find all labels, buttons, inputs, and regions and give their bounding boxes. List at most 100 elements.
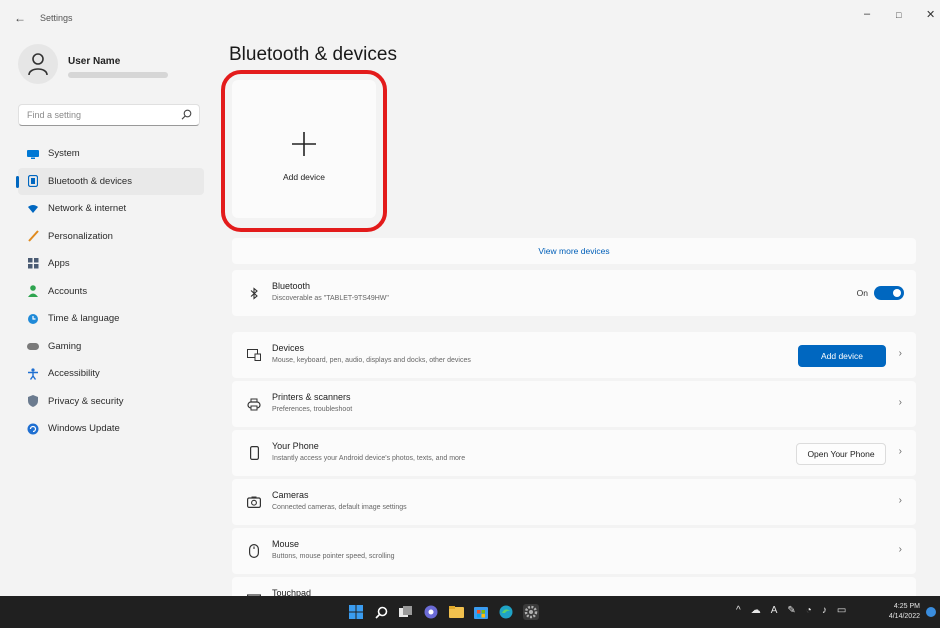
- mouse-row[interactable]: Mouse Buttons, mouse pointer speed, scro…: [232, 528, 916, 574]
- chevron-up-icon[interactable]: ^: [736, 605, 741, 616]
- sidebar: User Name System Bluetooth & devices: [0, 36, 212, 596]
- accessibility-icon: [27, 368, 39, 380]
- controller-icon: [27, 340, 39, 352]
- sidebar-item-bluetooth-devices[interactable]: Bluetooth & devices: [16, 167, 204, 195]
- chevron-right-icon[interactable]: ›: [899, 495, 902, 506]
- battery-icon[interactable]: ▭: [837, 605, 846, 616]
- store-icon[interactable]: [473, 604, 489, 620]
- person-icon: [27, 285, 39, 298]
- clock-time: 4:25 PM: [893, 603, 920, 610]
- sidebar-item-label: Network & internet: [48, 203, 127, 215]
- devices-row[interactable]: Devices Mouse, keyboard, pen, audio, dis…: [232, 332, 916, 378]
- mouse-subtitle: Buttons, mouse pointer speed, scrolling: [272, 553, 395, 560]
- brush-icon: [27, 230, 39, 242]
- sidebar-item-label: Gaming: [48, 340, 82, 352]
- wifi-icon: [27, 203, 39, 215]
- sidebar-item-system[interactable]: System: [18, 140, 204, 168]
- bluetooth-icon: [27, 175, 39, 188]
- cloud-icon[interactable]: ☁: [751, 605, 761, 616]
- plus-icon: [292, 132, 316, 156]
- settings-app-icon[interactable]: [523, 604, 539, 620]
- phone-icon: [246, 445, 262, 461]
- start-icon[interactable]: [348, 604, 364, 620]
- printers-subtitle: Preferences, troubleshoot: [272, 406, 353, 413]
- monitor-icon: [27, 148, 39, 160]
- globe-clock-icon: [27, 313, 39, 325]
- cameras-title: Cameras: [272, 490, 309, 500]
- sidebar-item-apps[interactable]: Apps: [18, 250, 204, 278]
- sidebar-item-label: Accessibility: [48, 368, 100, 380]
- printer-icon: [246, 396, 262, 412]
- app-title: Settings: [40, 13, 73, 23]
- sidebar-item-accounts[interactable]: Accounts: [18, 278, 204, 306]
- sidebar-item-label: System: [48, 148, 80, 160]
- input-language-indicator[interactable]: A: [771, 605, 778, 616]
- taskbar-apps: [348, 604, 539, 620]
- add-device-tile[interactable]: Add device: [232, 80, 376, 218]
- camera-icon: [246, 494, 262, 510]
- chevron-right-icon[interactable]: ›: [899, 544, 902, 555]
- sidebar-item-time-language[interactable]: Time & language: [18, 305, 204, 333]
- sidebar-item-label: Bluetooth & devices: [48, 175, 132, 187]
- touchpad-row[interactable]: Touchpad: [232, 577, 916, 597]
- add-device-label: Add device: [282, 172, 326, 182]
- sidebar-item-label: Accounts: [48, 285, 88, 297]
- user-name: User Name: [68, 56, 121, 67]
- back-button[interactable]: ←: [14, 11, 26, 25]
- minimize-button[interactable]: –: [864, 8, 870, 20]
- printers-scanners-row[interactable]: Printers & scanners Preferences, trouble…: [232, 381, 916, 427]
- notification-icon[interactable]: [926, 607, 936, 617]
- devices-title: Devices: [272, 343, 305, 353]
- task-view-icon[interactable]: [398, 604, 414, 620]
- volume-icon[interactable]: ♪: [822, 605, 827, 616]
- taskbar-clock[interactable]: 4:25 PM 4/14/2022: [880, 602, 920, 622]
- search-box[interactable]: [18, 104, 200, 126]
- close-button[interactable]: ✕: [926, 8, 935, 21]
- search-input[interactable]: [25, 109, 179, 121]
- avatar[interactable]: [18, 44, 58, 84]
- user-email-redacted: [68, 72, 168, 78]
- bluetooth-subtitle: Discoverable as "TABLET-9TS49HW": [272, 295, 389, 302]
- pen-menu-icon[interactable]: ✎: [787, 605, 795, 616]
- bluetooth-card: Bluetooth Discoverable as "TABLET-9TS49H…: [232, 270, 916, 316]
- bluetooth-state-label: On: [856, 288, 868, 298]
- sidebar-item-label: Windows Update: [48, 423, 120, 435]
- bluetooth-toggle[interactable]: [874, 286, 904, 300]
- bluetooth-symbol-icon: [246, 285, 262, 301]
- chat-icon[interactable]: [423, 604, 439, 620]
- sidebar-item-privacy-security[interactable]: Privacy & security: [18, 388, 204, 416]
- shield-icon: [27, 395, 39, 408]
- update-icon: [27, 423, 39, 435]
- chevron-right-icon[interactable]: ›: [899, 348, 902, 359]
- clock-date: 4/14/2022: [888, 613, 920, 620]
- edge-icon[interactable]: [498, 604, 514, 620]
- sidebar-item-label: Apps: [48, 258, 70, 270]
- maximize-button[interactable]: □: [896, 10, 901, 20]
- search-icon[interactable]: [181, 109, 192, 120]
- wifi-tray-icon[interactable]: ◔: [806, 605, 812, 616]
- your-phone-row[interactable]: Your Phone Instantly access your Android…: [232, 430, 916, 476]
- your-phone-subtitle: Instantly access your Android device's p…: [272, 455, 466, 462]
- mouse-icon: [246, 543, 262, 559]
- devices-subtitle: Mouse, keyboard, pen, audio, displays an…: [272, 357, 471, 364]
- person-outline-icon: [28, 53, 48, 76]
- search-taskbar-icon[interactable]: [373, 604, 389, 620]
- view-more-devices-link[interactable]: View more devices: [232, 238, 916, 264]
- title-bar: ← Settings – □ ✕: [0, 0, 940, 36]
- sidebar-item-gaming[interactable]: Gaming: [18, 333, 204, 361]
- cameras-row[interactable]: Cameras Connected cameras, default image…: [232, 479, 916, 525]
- sidebar-item-windows-update[interactable]: Windows Update: [18, 415, 204, 443]
- sidebar-item-network[interactable]: Network & internet: [18, 195, 204, 223]
- open-your-phone-button[interactable]: Open Your Phone: [796, 443, 886, 465]
- sidebar-nav: System Bluetooth & devices Network & int…: [16, 140, 204, 443]
- sidebar-item-label: Privacy & security: [48, 395, 124, 407]
- add-device-button[interactable]: Add device: [798, 345, 886, 367]
- sidebar-item-label: Time & language: [48, 313, 120, 325]
- sidebar-item-personalization[interactable]: Personalization: [18, 223, 204, 251]
- cameras-subtitle: Connected cameras, default image setting…: [272, 504, 407, 511]
- chevron-right-icon[interactable]: ›: [899, 397, 902, 408]
- sidebar-item-accessibility[interactable]: Accessibility: [18, 360, 204, 388]
- apps-icon: [27, 258, 39, 270]
- file-explorer-icon[interactable]: [448, 604, 464, 620]
- chevron-right-icon[interactable]: ›: [899, 446, 902, 457]
